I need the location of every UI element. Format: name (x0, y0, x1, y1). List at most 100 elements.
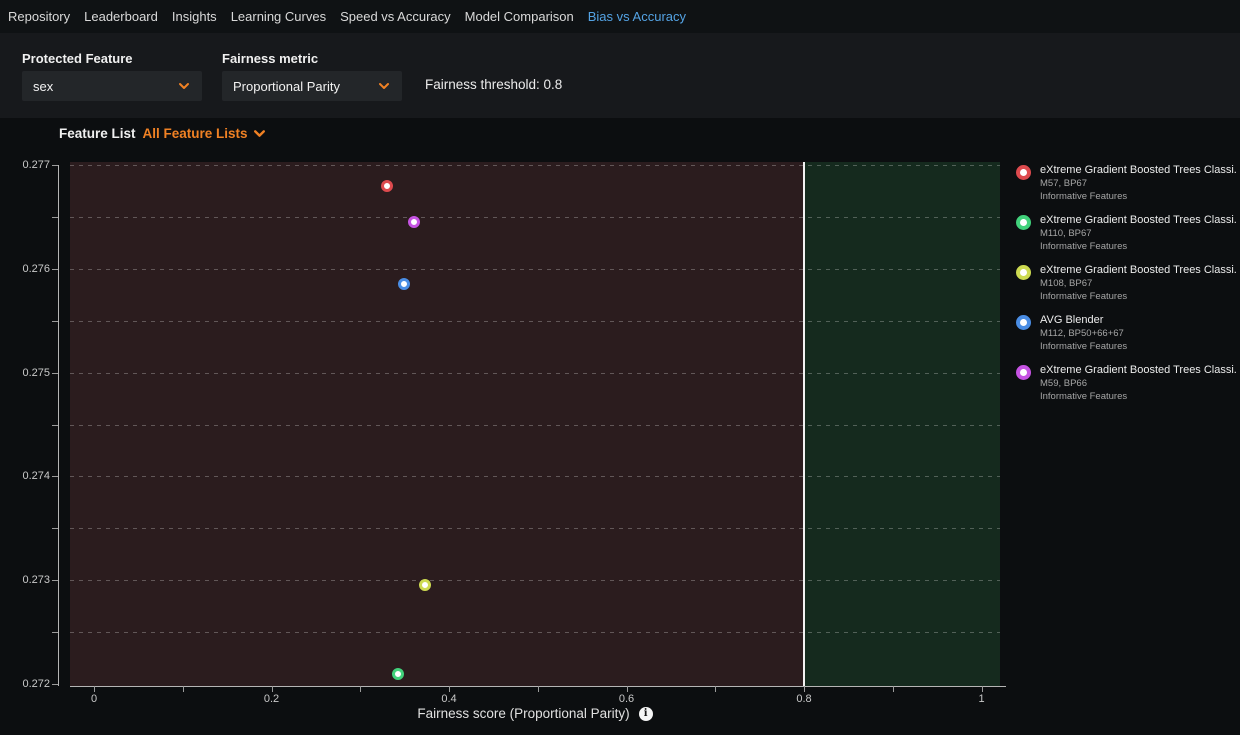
legend-text: eXtreme Gradient Boosted Trees Classi...… (1040, 164, 1236, 202)
info-icon[interactable]: i (639, 707, 653, 721)
gridline (70, 373, 1000, 374)
y-tick (52, 217, 58, 218)
legend-text: eXtreme Gradient Boosted Trees Classi...… (1040, 364, 1236, 402)
y-tick (52, 632, 58, 633)
legend-model-subtitle: M57, BP67 (1040, 178, 1236, 189)
x-tick (982, 686, 983, 692)
data-point-M110[interactable] (392, 668, 404, 680)
chevron-down-icon (252, 126, 267, 141)
gridline (70, 269, 1000, 270)
x-tick (272, 686, 273, 692)
gridline (70, 321, 1000, 322)
fairness-threshold-text: Fairness threshold: 0.8 (425, 77, 562, 92)
x-tick-label: 0 (72, 693, 116, 705)
fairness-metric-value: Proportional Parity (233, 79, 340, 94)
feature-list-value: All Feature Lists (143, 126, 248, 141)
y-tick (52, 373, 58, 374)
y-tick-label: 0.275 (8, 367, 50, 379)
feature-list-label: Feature List (59, 126, 136, 141)
y-tick (52, 269, 58, 270)
x-tick (893, 686, 894, 692)
feature-list-dropdown[interactable]: All Feature Lists (143, 126, 267, 141)
legend-dot-icon (1016, 265, 1031, 280)
gridline (70, 476, 1000, 477)
legend-model-subtitle: M110, BP67 (1040, 228, 1236, 239)
legend-dot-icon (1016, 365, 1031, 380)
data-point-M57[interactable] (381, 180, 393, 192)
x-tick (449, 686, 450, 692)
x-tick (627, 686, 628, 692)
legend-featurelist: Informative Features (1040, 241, 1236, 252)
x-tick (183, 686, 184, 692)
y-axis-line (58, 165, 59, 686)
top-nav: Repository Leaderboard Insights Learning Cu… (0, 0, 1240, 33)
tab-learning-curves[interactable]: Learning Curves (231, 9, 326, 24)
y-tick-label: 0.273 (8, 574, 50, 586)
x-tick (94, 686, 95, 692)
y-tick (52, 580, 58, 581)
legend-text: eXtreme Gradient Boosted Trees Classi...… (1040, 264, 1236, 302)
y-tick (52, 165, 58, 166)
legend-featurelist: Informative Features (1040, 291, 1236, 302)
fairness-metric-select[interactable]: Proportional Parity (222, 71, 402, 101)
tab-insights[interactable]: Insights (172, 9, 217, 24)
y-tick-label: 0.276 (8, 263, 50, 275)
gridline (70, 580, 1000, 581)
legend-model-title: AVG Blender (1040, 314, 1127, 326)
protected-feature-value: sex (33, 79, 53, 94)
gridline (70, 217, 1000, 218)
x-axis-title-row: Fairness score (Proportional Parity) i (70, 706, 1000, 721)
fairness-metric-label: Fairness metric (222, 51, 318, 66)
y-tick-label: 0.274 (8, 470, 50, 482)
y-tick-label: 0.277 (8, 159, 50, 171)
x-tick (360, 686, 361, 692)
tab-speed-vs-accuracy[interactable]: Speed vs Accuracy (340, 9, 451, 24)
tab-repository[interactable]: Repository (8, 9, 70, 24)
legend-model-title: eXtreme Gradient Boosted Trees Classi... (1040, 164, 1236, 176)
y-tick (52, 321, 58, 322)
tab-bias-vs-accuracy[interactable]: Bias vs Accuracy (588, 9, 686, 24)
legend-model-subtitle: M59, BP66 (1040, 378, 1236, 389)
legend-model-subtitle: M108, BP67 (1040, 278, 1236, 289)
y-tick (52, 425, 58, 426)
gridline (70, 528, 1000, 529)
fairness-threshold-line (803, 162, 805, 686)
legend-dot-icon (1016, 215, 1031, 230)
legend-item[interactable]: eXtreme Gradient Boosted Trees Classi...… (1016, 264, 1240, 302)
x-tick (804, 686, 805, 692)
legend-featurelist: Informative Features (1040, 191, 1236, 202)
legend-model-title: eXtreme Gradient Boosted Trees Classi... (1040, 364, 1236, 376)
protected-feature-select[interactable]: sex (22, 71, 202, 101)
x-tick (715, 686, 716, 692)
x-tick-label: 0.6 (605, 693, 649, 705)
x-axis-title: Fairness score (Proportional Parity) (417, 706, 629, 721)
y-tick-label: 0.272 (8, 678, 50, 690)
tab-model-comparison[interactable]: Model Comparison (465, 9, 574, 24)
x-tick-label: 1 (960, 693, 1004, 705)
feature-list-row: Feature List All Feature Lists (59, 126, 267, 141)
legend-dot-icon (1016, 315, 1031, 330)
legend-model-title: eXtreme Gradient Boosted Trees Classi... (1040, 214, 1236, 226)
legend-text: AVG BlenderM112, BP50+66+67Informative F… (1040, 314, 1127, 352)
gridline (70, 425, 1000, 426)
legend-item[interactable]: eXtreme Gradient Boosted Trees Classi...… (1016, 164, 1240, 202)
legend-item[interactable]: AVG BlenderM112, BP50+66+67Informative F… (1016, 314, 1240, 352)
legend-item[interactable]: eXtreme Gradient Boosted Trees Classi...… (1016, 364, 1240, 402)
y-tick (52, 684, 58, 685)
chart-legend: eXtreme Gradient Boosted Trees Classi...… (1016, 164, 1240, 414)
app-root: Repository Leaderboard Insights Learning Cu… (0, 0, 1240, 735)
chevron-down-icon (177, 79, 191, 93)
protected-feature-label: Protected Feature (22, 51, 133, 66)
chevron-down-icon (377, 79, 391, 93)
legend-model-title: eXtreme Gradient Boosted Trees Classi... (1040, 264, 1236, 276)
y-tick (52, 476, 58, 477)
tab-leaderboard[interactable]: Leaderboard (84, 9, 158, 24)
legend-item[interactable]: eXtreme Gradient Boosted Trees Classi...… (1016, 214, 1240, 252)
x-tick-label: 0.2 (250, 693, 294, 705)
x-tick-label: 0.4 (427, 693, 471, 705)
legend-featurelist: Informative Features (1040, 391, 1236, 402)
gridline (70, 632, 1000, 633)
x-tick (538, 686, 539, 692)
legend-featurelist: Informative Features (1040, 341, 1127, 352)
legend-dot-icon (1016, 165, 1031, 180)
